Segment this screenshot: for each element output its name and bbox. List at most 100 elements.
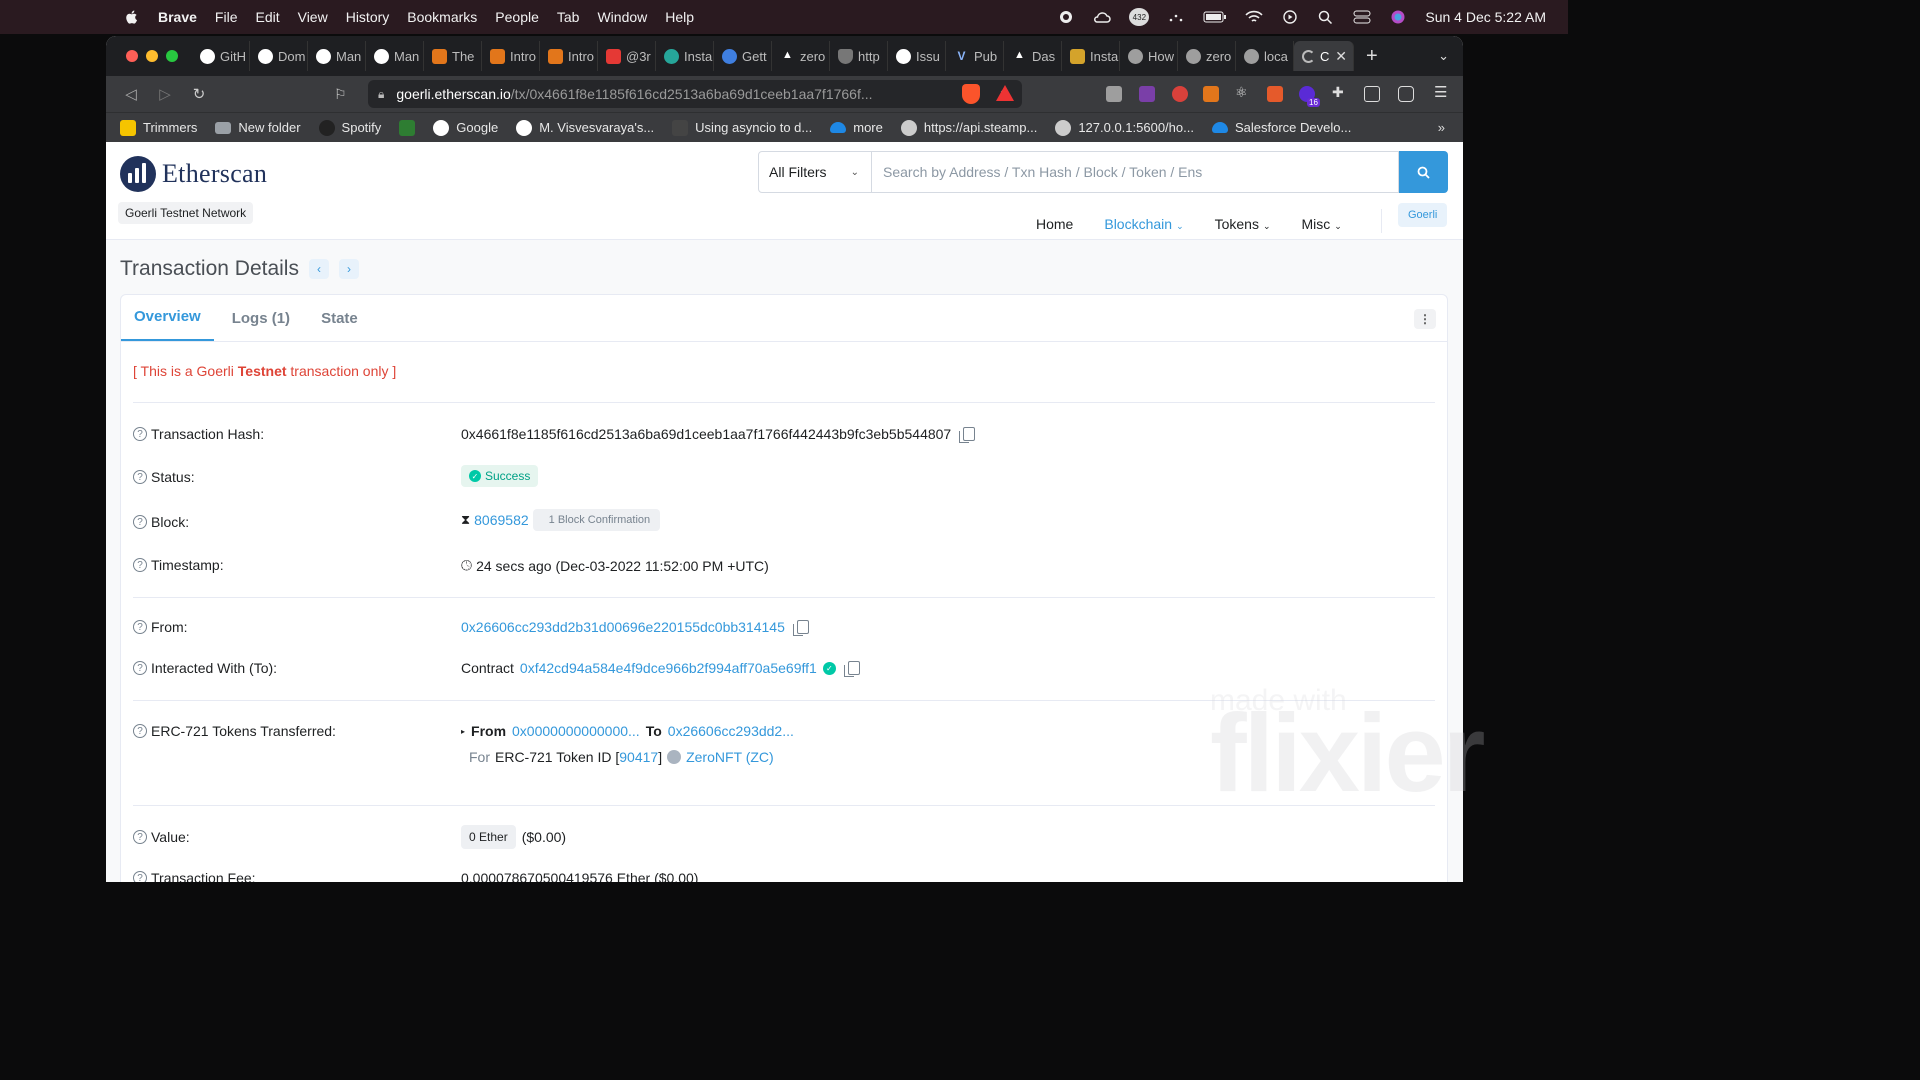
menubar-clock[interactable]: Sun 4 Dec 5:22 AM [1425,9,1546,25]
menubar-item-tab[interactable]: Tab [557,9,580,25]
tab-logs[interactable]: Logs (1) [219,310,303,341]
screen-recorder-icon[interactable] [1139,86,1155,102]
bookmark-item[interactable]: Trimmers [120,119,197,136]
bookmark-item[interactable]: 127.0.0.1:5600/ho... [1055,119,1194,136]
back-button[interactable]: ◁ [122,85,140,103]
next-tx-button[interactable]: › [338,259,359,279]
menubar-item-file[interactable]: File [215,9,238,25]
bookmark-folder[interactable]: New folder [215,120,301,135]
search-input[interactable] [872,151,1399,193]
browser-tab[interactable]: http [830,41,888,71]
search-button[interactable] [1399,151,1448,193]
nav-tokens[interactable]: Tokens ⌄ [1215,216,1271,232]
network-switch-button[interactable]: Goerli [1398,203,1448,227]
vpn-extension-icon[interactable] [1172,86,1188,102]
nav-home[interactable]: Home [1036,216,1073,232]
bookmark-item[interactable]: Using asyncio to d... [672,119,812,136]
extension-icon[interactable] [1106,86,1122,102]
help-icon[interactable]: ? [133,427,147,441]
tab-state[interactable]: State [308,310,371,341]
sidebar-icon[interactable] [1364,86,1380,102]
browser-tab[interactable]: GitH [192,41,250,71]
help-icon[interactable]: ? [133,871,147,882]
tab-overview[interactable]: Overview [121,308,214,341]
block-link[interactable]: 8069582 [474,512,529,528]
contract-address-link[interactable]: 0xf42cd94a584e4f9dce966b2f994aff70a5e69f… [520,660,817,676]
help-icon[interactable]: ? [133,558,147,572]
copy-icon[interactable] [959,427,976,443]
browser-tab[interactable]: Man [366,41,424,71]
zoom-window-button[interactable] [166,50,178,62]
browser-tab[interactable]: zero [1178,41,1236,71]
menubar-item-bookmarks[interactable]: Bookmarks [407,9,477,25]
browser-tab[interactable]: V Pub [946,41,1004,71]
wifi-icon[interactable] [1245,10,1263,24]
browser-tab[interactable]: The [424,41,482,71]
tab-search-chevron-icon[interactable]: ⌄ [1438,48,1449,64]
close-window-button[interactable] [126,50,138,62]
brave-rewards-icon[interactable] [996,85,1014,101]
dots-icon[interactable] [1167,10,1185,24]
close-tab-icon[interactable]: ✕ [1335,48,1347,65]
help-icon[interactable]: ? [133,661,147,675]
address-bar[interactable]: 🔒︎ goerli.etherscan.io /tx/0x4661f8e1185… [368,80,1022,108]
menubar-item-history[interactable]: History [346,9,390,25]
menubar-item-people[interactable]: People [495,9,539,25]
bookmark-item[interactable]: Salesforce Develo... [1211,120,1351,135]
menubar-app-name[interactable]: Brave [158,9,197,25]
browser-tab[interactable]: loca [1236,41,1294,71]
browser-tab[interactable]: ▲ zero [772,41,830,71]
nav-misc[interactable]: Misc ⌄ [1302,216,1342,232]
more-options-icon[interactable]: ⋮ [1414,309,1436,329]
copy-icon[interactable] [843,661,860,677]
menu-icon[interactable]: ☰ [1434,83,1450,101]
previous-tx-button[interactable]: ‹ [308,259,329,279]
battery-icon[interactable] [1203,10,1227,24]
bookmark-item[interactable] [399,119,416,136]
help-icon[interactable]: ? [133,620,147,634]
react-devtools-icon[interactable]: ⚛ [1235,84,1251,100]
token-id-link[interactable]: 90417 [619,749,658,765]
record-icon[interactable] [1057,10,1075,24]
bookmark-page-icon[interactable]: ⚐ [334,86,347,103]
bookmark-item[interactable]: M. Visvesvaraya's... [516,119,654,136]
browser-tab[interactable]: ▲ Das [1004,41,1062,71]
notification-counter-icon[interactable]: 432 [1129,8,1150,26]
erc721-to-link[interactable]: 0x26606cc293dd2... [668,723,794,739]
forward-button[interactable]: ▷ [156,85,174,103]
from-address-link[interactable]: 0x26606cc293dd2b31d00696e220155dc0bb3141… [461,619,785,635]
wallet-icon[interactable] [1398,86,1414,102]
nav-blockchain[interactable]: Blockchain ⌄ [1104,216,1183,232]
search-icon[interactable] [1317,10,1335,24]
help-icon[interactable]: ? [133,515,147,529]
metamask-extension-icon[interactable] [1203,86,1219,102]
browser-tab[interactable]: @3r [598,41,656,71]
search-filter-select[interactable]: All Filters ⌄ [758,151,872,193]
erc721-from-link[interactable]: 0x0000000000000... [512,723,640,739]
siri-icon[interactable] [1389,10,1407,24]
control-center-icon[interactable] [1353,10,1371,24]
reload-button[interactable]: ↻ [190,85,208,103]
browser-tab[interactable]: Intro [540,41,598,71]
browser-tab[interactable]: How [1120,41,1178,71]
menubar-item-edit[interactable]: Edit [255,9,279,25]
lock-icon[interactable]: 🔒︎ [378,87,384,102]
menubar-item-view[interactable]: View [298,9,328,25]
bookmarks-overflow-button[interactable]: » [1438,120,1445,135]
apple-icon[interactable] [124,9,140,25]
browser-tab[interactable]: Intro [482,41,540,71]
active-browser-tab[interactable]: C ✕ [1294,41,1354,71]
bookmark-item[interactable]: Google [433,119,498,136]
c-extension-icon[interactable] [1267,86,1283,102]
brave-shields-icon[interactable] [962,84,980,104]
help-icon[interactable]: ? [133,724,147,738]
browser-tab[interactable]: Dom [250,41,308,71]
new-tab-button[interactable]: + [1366,45,1378,68]
copy-icon[interactable] [792,620,809,636]
bookmark-item[interactable]: more [830,120,883,135]
bookmark-item[interactable]: Spotify [318,119,381,136]
play-icon[interactable] [1281,10,1299,24]
cloud-icon[interactable] [1093,10,1112,24]
help-icon[interactable]: ? [133,830,147,844]
browser-tab[interactable]: Man [308,41,366,71]
